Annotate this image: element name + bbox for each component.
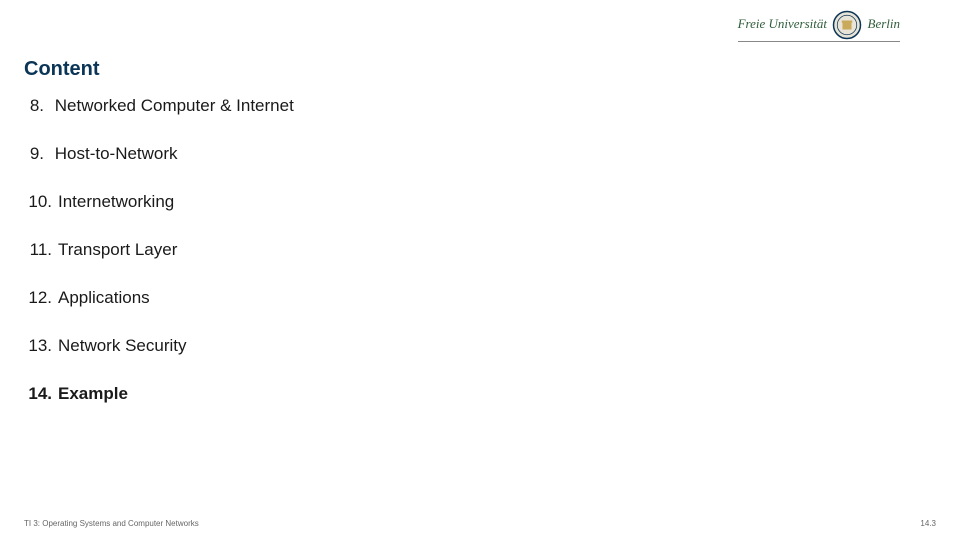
item-number: 8. <box>24 96 44 116</box>
item-number: 11. <box>24 240 52 260</box>
item-text: Transport Layer <box>58 240 177 260</box>
item-text: Internetworking <box>58 192 174 212</box>
footer-course-title: TI 3: Operating Systems and Computer Net… <box>24 519 199 528</box>
list-item: 13. Network Security <box>24 336 294 356</box>
logo-text-part2: Berlin <box>868 16 901 31</box>
item-number: 10. <box>24 192 52 212</box>
logo-text-part1: Freie Universität <box>738 16 827 31</box>
item-number: 14. <box>24 384 52 404</box>
list-item: 10. Internetworking <box>24 192 294 212</box>
list-item: 11. Transport Layer <box>24 240 294 260</box>
list-item: 9. Host-to-Network <box>24 144 294 164</box>
item-number: 12. <box>24 288 52 308</box>
item-number: 9. <box>24 144 44 164</box>
list-item: 12. Applications <box>24 288 294 308</box>
item-text: Networked Computer & Internet <box>55 96 294 116</box>
logo-text: Freie Universität Berlin <box>738 10 900 42</box>
page-title: Content <box>24 58 100 81</box>
item-text: Network Security <box>58 336 186 356</box>
list-item: 8. Networked Computer & Internet <box>24 96 294 116</box>
list-item-current: 14. Example <box>24 384 294 404</box>
seal-icon <box>832 10 862 40</box>
item-text: Example <box>58 384 128 404</box>
item-text: Applications <box>58 288 150 308</box>
item-number: 13. <box>24 336 52 356</box>
content-list: 8. Networked Computer & Internet 9. Host… <box>24 96 294 432</box>
university-logo: Freie Universität Berlin <box>738 10 900 42</box>
footer-page-number: 14.3 <box>920 519 936 528</box>
item-text: Host-to-Network <box>55 144 178 164</box>
